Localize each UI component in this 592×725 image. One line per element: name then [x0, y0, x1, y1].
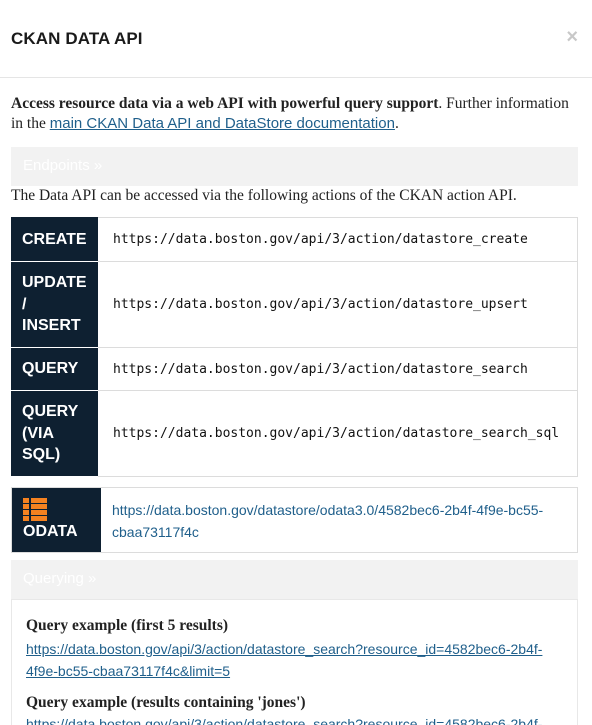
- endpoints-table: CREATE https://data.boston.gov/api/3/act…: [11, 217, 578, 477]
- modal-header: CKAN DATA API ×: [0, 0, 592, 78]
- endpoint-url[interactable]: https://data.boston.gov/api/3/action/dat…: [97, 347, 578, 391]
- query-example-link[interactable]: https://data.boston.gov/api/3/action/dat…: [26, 638, 571, 682]
- action-label: UPDATE / INSERT: [11, 261, 98, 348]
- intro-bold: Access resource data via a web API with …: [11, 95, 439, 112]
- odata-icon: [23, 498, 47, 521]
- querying-accordion[interactable]: Querying »: [11, 560, 578, 599]
- action-label: QUERY: [11, 347, 98, 391]
- action-label: CREATE: [11, 217, 98, 262]
- endpoints-accordion-label: Endpoints »: [23, 157, 103, 174]
- table-row: UPDATE / INSERT https://data.boston.gov/…: [11, 261, 578, 348]
- endpoints-accordion[interactable]: Endpoints »: [11, 147, 578, 186]
- table-row: QUERY https://data.boston.gov/api/3/acti…: [11, 347, 578, 391]
- table-row: QUERY (VIA SQL) https://data.boston.gov/…: [11, 390, 578, 477]
- endpoint-url[interactable]: https://data.boston.gov/api/3/action/dat…: [97, 217, 578, 262]
- query-example-link[interactable]: https://data.boston.gov/api/3/action/dat…: [26, 713, 571, 725]
- table-row: CREATE https://data.boston.gov/api/3/act…: [11, 217, 578, 262]
- odata-url[interactable]: https://data.boston.gov/datastore/odata3…: [112, 499, 572, 543]
- querying-accordion-label: Querying »: [23, 570, 97, 587]
- endpoints-description: The Data API can be accessed via the fol…: [11, 187, 517, 204]
- odata-label: ODATA: [23, 523, 78, 540]
- close-button[interactable]: ×: [566, 25, 578, 49]
- documentation-link[interactable]: main CKAN Data API and DataStore documen…: [50, 115, 395, 132]
- intro-end: .: [394, 115, 399, 132]
- endpoint-url[interactable]: https://data.boston.gov/api/3/action/dat…: [97, 390, 578, 477]
- action-label: QUERY (VIA SQL): [11, 390, 98, 477]
- intro-paragraph: Access resource data via a web API with …: [11, 94, 571, 134]
- query-example-title: Query example (first 5 results): [26, 617, 229, 634]
- odata-label-cell: ODATA: [12, 488, 101, 552]
- endpoint-url[interactable]: https://data.boston.gov/api/3/action/dat…: [97, 261, 578, 348]
- odata-row: ODATA https://data.boston.gov/datastore/…: [11, 487, 578, 553]
- modal-title: CKAN DATA API: [11, 29, 143, 48]
- query-example-title: Query example (results containing 'jones…: [26, 694, 306, 711]
